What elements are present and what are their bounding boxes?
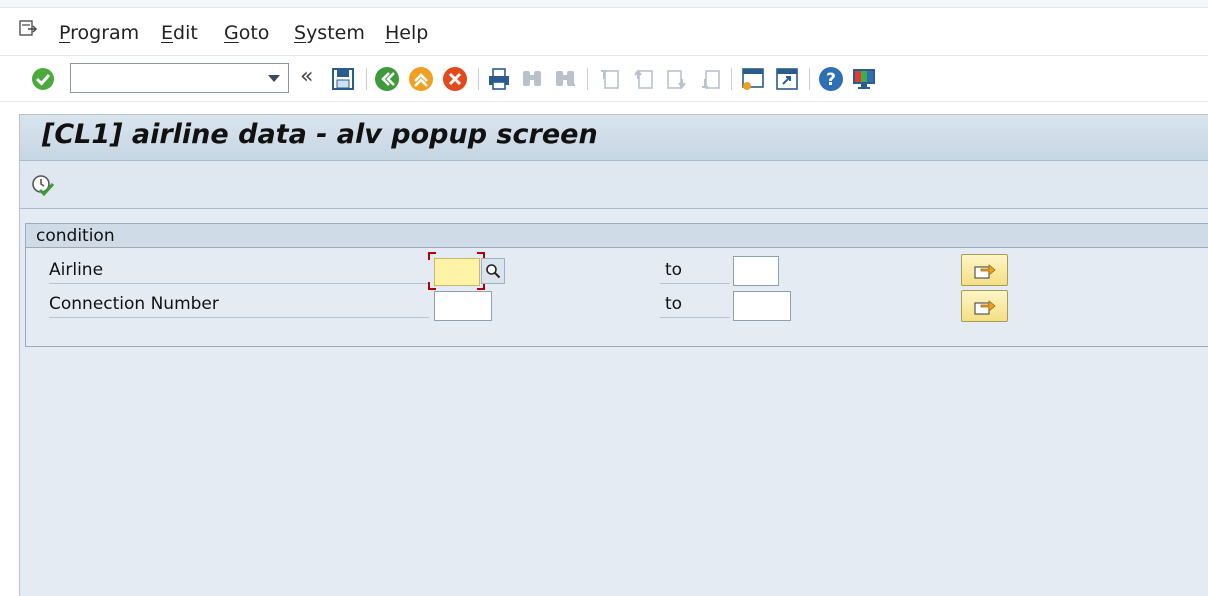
connection-number-high-input[interactable] [733,291,791,321]
separator [587,68,588,90]
airline-high-input[interactable] [733,256,779,286]
title-bar: [CL1] airline data - alv popup screen [20,115,1208,161]
execute-icon[interactable] [30,172,56,198]
page-title: [CL1] airline data - alv popup screen [42,119,598,150]
save-icon[interactable] [330,66,356,92]
group-title: condition [36,226,115,246]
last-page-icon[interactable] [697,66,723,92]
previous-page-icon[interactable] [630,66,656,92]
menu-program-rest: rogram [70,22,140,44]
enter-icon[interactable] [30,66,56,92]
menu-edit-rest: dit [173,22,198,44]
separator [478,68,479,90]
airline-label: Airline [49,260,429,284]
airline-multiple-selection-button[interactable] [961,254,1008,286]
next-page-icon[interactable] [664,66,690,92]
svg-text:?: ? [826,70,836,90]
chevron-down-icon[interactable] [268,75,280,82]
connection-number-label: Connection Number [49,294,429,318]
top-strip [0,0,1208,8]
main-window: [CL1] airline data - alv popup screen co… [19,114,1208,596]
print-icon[interactable] [486,66,512,92]
menu-goto[interactable]: Goto [224,22,269,44]
menu-help[interactable]: Help [385,22,428,44]
menu-help-rest: elp [399,22,429,44]
create-session-icon[interactable] [740,66,766,92]
menu-system[interactable]: System [294,22,365,44]
first-page-icon[interactable] [596,66,622,92]
connection-number-multiple-selection-button[interactable] [961,290,1008,322]
airline-low-input[interactable] [434,258,480,286]
connection-number-to-label: to [660,294,730,318]
menu-edit[interactable]: Edit [161,22,198,44]
search-help-icon[interactable] [481,258,505,284]
separator [809,68,810,90]
selection-group: condition Airline to Connection Number t… [25,223,1208,347]
menu-bar: Program Edit Goto System Help [0,8,1208,56]
airline-to-label: to [660,260,730,284]
application-toolbar [20,161,1208,209]
separator [366,68,367,90]
menu-goto-rest: oto [238,22,270,44]
collapse-icon[interactable]: « [300,64,313,89]
find-icon[interactable] [519,66,545,92]
back-icon[interactable] [374,66,400,92]
exit-icon[interactable] [408,66,434,92]
connection-number-low-input[interactable] [434,291,492,321]
menu-icon[interactable] [19,20,39,38]
group-header: condition [26,224,1208,248]
customize-layout-icon[interactable] [851,66,877,92]
menu-system-rest: ystem [306,22,365,44]
standard-toolbar: « ? [0,56,1208,102]
shortcut-icon[interactable] [774,66,800,92]
find-next-icon[interactable] [552,66,578,92]
help-icon[interactable]: ? [818,66,844,92]
cancel-icon[interactable] [442,66,468,92]
menu-program[interactable]: Program [59,22,139,44]
command-field[interactable] [70,63,289,93]
separator [731,68,732,90]
